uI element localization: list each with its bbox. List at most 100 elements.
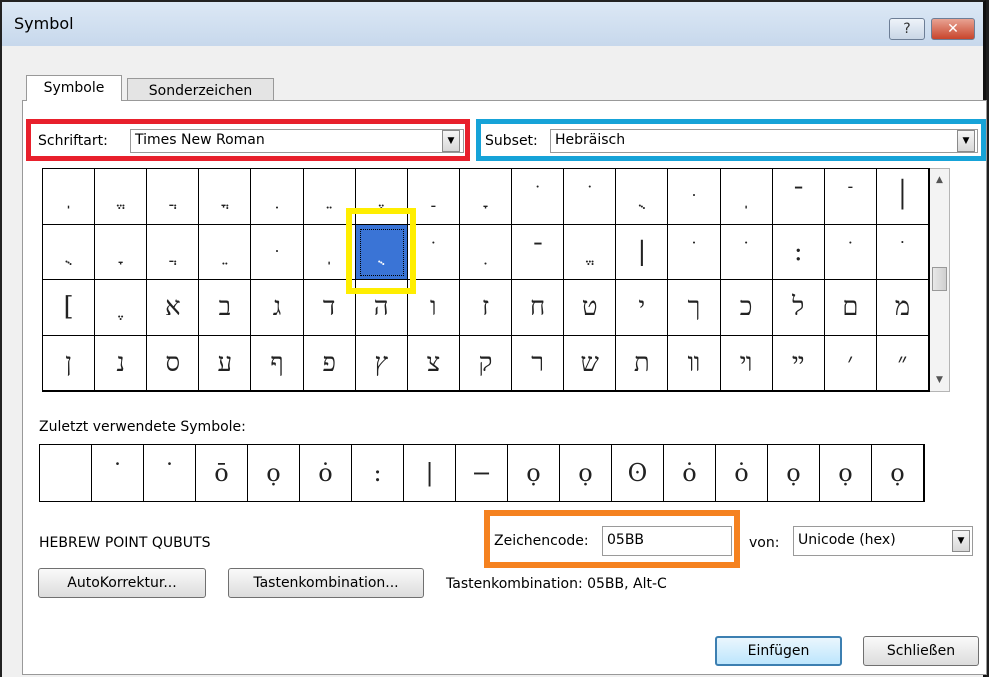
symbol-cell[interactable]: ׀: [876, 169, 929, 225]
autocorrect-button[interactable]: AutoKorrektur...: [38, 568, 206, 598]
recent-symbol-cell[interactable]: ʘ: [612, 445, 664, 501]
symbol-cell[interactable]: :: [772, 224, 825, 280]
symbol-cell[interactable]: ״: [876, 335, 929, 391]
close-button[interactable]: Schließen: [863, 636, 979, 666]
scroll-thumb[interactable]: [932, 267, 947, 291]
symbol-cell[interactable]: ך: [668, 280, 721, 336]
symbol-cell[interactable]: ױ: [720, 335, 773, 391]
symbol-cell[interactable]: ֺ: [720, 224, 773, 280]
symbol-cell[interactable]: |: [616, 224, 669, 280]
recent-symbol-cell[interactable]: ȯ: [716, 445, 768, 501]
symbol-cell[interactable]: ֱ: [95, 169, 148, 225]
symbol-cell[interactable]: ש: [564, 335, 617, 391]
symbol-cell[interactable]: ֵ: [199, 224, 252, 280]
symbol-cell[interactable]: ִ: [459, 224, 513, 280]
symbol-cell[interactable]: ו: [407, 280, 460, 336]
symbol-cell[interactable]: ד: [303, 280, 356, 336]
symbol-cell[interactable]: ֽ: [720, 169, 773, 225]
symbol-cell[interactable]: ׂ: [824, 224, 877, 280]
symbol-cell[interactable]: [: [43, 280, 96, 336]
recent-symbol-cell[interactable]: ọ: [872, 445, 924, 501]
recent-symbol-cell[interactable]: ˙: [92, 445, 144, 501]
symbol-cell[interactable]: א: [147, 280, 200, 336]
symbol-cell[interactable]: ַ: [407, 169, 460, 225]
shortcut-button[interactable]: Tastenkombination...: [228, 568, 424, 598]
symbol-cell[interactable]: מ: [876, 280, 929, 336]
symbol-cell[interactable]: ֲ: [147, 169, 200, 225]
symbol-cell[interactable]: ֵ: [303, 169, 356, 225]
help-button[interactable]: ?: [889, 18, 925, 40]
symbol-cell[interactable]: ־: [512, 224, 565, 280]
close-window-button[interactable]: ✕: [931, 18, 975, 40]
symbol-cell[interactable]: ג: [251, 280, 304, 336]
symbol-cell[interactable]: ח: [512, 280, 565, 336]
symbol-cell[interactable]: ֹ: [512, 169, 565, 225]
symbol-cell[interactable]: ב: [199, 280, 252, 336]
symbol-cell[interactable]: ּ: [251, 224, 304, 280]
symbol-cell[interactable]: ֽ: [303, 224, 356, 280]
scroll-up-icon[interactable]: ▲: [930, 175, 949, 185]
symbol-cell[interactable]: ס: [147, 335, 200, 391]
scroll-down-icon[interactable]: ▼: [930, 375, 949, 385]
symbol-cell[interactable]: ײ: [772, 335, 825, 391]
symbol-cell[interactable]: ֲ: [147, 224, 200, 280]
symbol-cell[interactable]: צ: [407, 335, 460, 391]
symbol-cell[interactable]: ֿ: [824, 169, 877, 225]
recent-symbol-cell[interactable]: :: [352, 445, 404, 501]
symbol-cell[interactable]: פ: [303, 335, 356, 391]
recent-symbol-cell[interactable]: ọ: [820, 445, 872, 501]
recent-symbol-cell[interactable]: ọ: [560, 445, 612, 501]
symbol-cell[interactable]: ָ: [95, 224, 148, 280]
symbol-cell[interactable]: נ: [95, 335, 148, 391]
symbol-cell[interactable]: ל: [772, 280, 825, 336]
recent-symbol-cell[interactable]: |: [404, 445, 456, 501]
encoding-dropdown-arrow-icon[interactable]: ▼: [952, 530, 970, 552]
recent-symbol-cell[interactable]: ọ: [508, 445, 560, 501]
symbol-cell[interactable]: ִ: [251, 169, 304, 225]
symbol-cell[interactable]: ע: [199, 335, 252, 391]
subset-dropdown-arrow-icon[interactable]: ▼: [957, 130, 975, 152]
symbol-cell[interactable]: ץ: [355, 335, 408, 391]
symbol-cell[interactable]: ז: [459, 280, 513, 336]
symbol-cell[interactable]: ֻ: [616, 169, 669, 225]
symbol-cell[interactable]: ת: [616, 335, 669, 391]
symbol-cell[interactable]: װ: [668, 335, 721, 391]
recent-symbol-cell[interactable]: ọ: [768, 445, 820, 501]
recent-symbol-cell[interactable]: −: [456, 445, 508, 501]
symbol-cell[interactable]: ה: [355, 280, 408, 336]
recent-symbol-cell[interactable]: ọ: [248, 445, 300, 501]
font-dropdown-arrow-icon[interactable]: ▼: [442, 130, 460, 152]
recent-symbol-cell[interactable]: ō: [196, 445, 248, 501]
symbol-cell[interactable]: ־: [772, 169, 825, 225]
symbol-cell[interactable]: ֺ: [564, 169, 617, 225]
symbol-cell[interactable]: ֱ: [564, 224, 617, 280]
symbol-cell[interactable]: ֶ: [355, 169, 408, 225]
symbol-cell[interactable]: ֹ: [407, 224, 460, 280]
symbol-cell[interactable]: ׳: [824, 335, 877, 391]
recent-symbol-cell[interactable]: ˙: [144, 445, 196, 501]
symbol-cell-selected[interactable]: ֻ: [355, 224, 408, 280]
recent-symbol-cell[interactable]: ȯ: [664, 445, 716, 501]
tab-symbole[interactable]: Symbole: [26, 75, 122, 101]
symbol-cell[interactable]: ֶ: [95, 280, 148, 336]
recent-symbol-cell[interactable]: ȯ: [300, 445, 352, 501]
recent-symbol-cell[interactable]: [40, 445, 92, 501]
insert-button[interactable]: Einfügen: [715, 636, 842, 666]
subset-select[interactable]: Hebräisch: [550, 129, 978, 153]
symbol-cell[interactable]: ׁ: [876, 224, 929, 280]
symbol-cell[interactable]: ף: [251, 335, 304, 391]
char-code-input[interactable]: 05BB: [602, 526, 732, 556]
symbol-cell[interactable]: ֻ: [43, 224, 96, 280]
symbol-cell[interactable]: ק: [459, 335, 513, 391]
symbol-grid-scrollbar[interactable]: ▲ ▼: [930, 168, 950, 392]
symbol-cell[interactable]: כ: [720, 280, 773, 336]
font-select[interactable]: Times New Roman: [130, 129, 464, 153]
symbol-cell[interactable]: ֽ: [43, 169, 96, 225]
symbol-cell[interactable]: י: [616, 280, 669, 336]
symbol-cell[interactable]: ט: [564, 280, 617, 336]
symbol-cell[interactable]: ֳ: [199, 169, 252, 225]
symbol-cell[interactable]: ן: [43, 335, 96, 391]
tab-sonderzeichen[interactable]: Sonderzeichen: [127, 78, 274, 101]
symbol-cell[interactable]: ּ: [668, 169, 721, 225]
symbol-cell[interactable]: ָ: [459, 169, 513, 225]
